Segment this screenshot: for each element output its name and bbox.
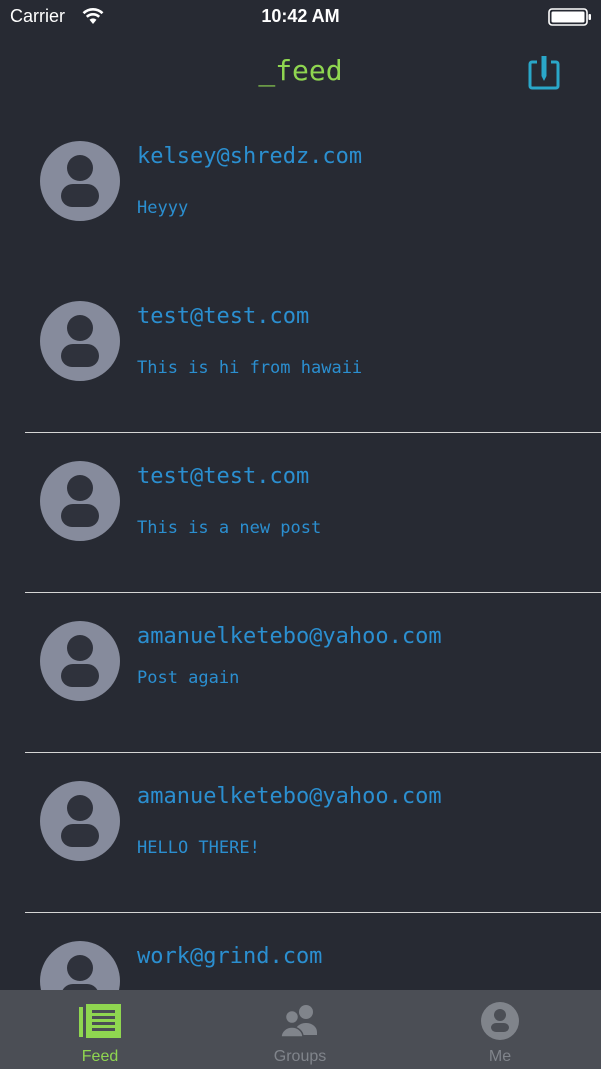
post-message: This is a new post <box>137 518 322 538</box>
tab-feed[interactable]: Feed <box>0 990 200 1069</box>
tab-me[interactable]: Me <box>400 990 600 1069</box>
feed-post[interactable]: amanuelketebo@yahoo.com Post again <box>0 592 601 752</box>
post-message: This is hi from hawaii <box>137 358 363 378</box>
feed-list[interactable]: kelsey@shredz.com Heyyy test@test.com Th… <box>0 112 601 990</box>
post-message: HELLO THERE! <box>137 838 260 858</box>
avatar-icon <box>40 141 120 221</box>
post-message: Heyyy <box>137 198 189 218</box>
feed-post[interactable]: kelsey@shredz.com Heyyy <box>0 112 601 272</box>
avatar-icon <box>40 301 120 381</box>
status-time: 10:42 AM <box>261 6 340 26</box>
person-icon <box>481 1002 519 1040</box>
post-author-email: kelsey@shredz.com <box>137 144 363 169</box>
row-divider <box>25 752 601 753</box>
avatar-icon <box>40 781 120 861</box>
tab-label: Feed <box>81 1048 119 1065</box>
feed-post[interactable]: amanuelketebo@yahoo.com HELLO THERE! <box>0 752 601 912</box>
tab-bar: Feed Groups Me <box>0 990 601 1069</box>
group-icon <box>280 1005 317 1038</box>
row-divider <box>25 912 601 913</box>
avatar-icon <box>40 621 120 701</box>
tab-groups[interactable]: Groups <box>200 990 400 1069</box>
post-author-email: amanuelketebo@yahoo.com <box>137 784 442 809</box>
post-author-email: test@test.com <box>137 304 310 329</box>
compose-button[interactable] <box>526 54 566 94</box>
compose-icon <box>528 56 560 90</box>
post-message: Post again <box>137 668 240 688</box>
feed-post[interactable]: test@test.com This is hi from hawaii <box>0 272 601 432</box>
page-title: _feed <box>258 54 343 87</box>
nav-bar: _feed <box>0 34 601 112</box>
avatar-icon <box>40 461 120 541</box>
feed-list-icon <box>79 1004 121 1038</box>
avatar-icon <box>40 941 120 990</box>
post-author-email: amanuelketebo@yahoo.com <box>137 624 442 649</box>
battery-full-icon <box>548 8 591 26</box>
status-bar: Carrier 10:42 AM <box>0 0 601 34</box>
tab-label: Me <box>488 1048 512 1065</box>
row-divider <box>25 592 601 593</box>
row-divider <box>25 432 601 433</box>
post-author-email: work@grind.com <box>137 944 323 969</box>
tab-label: Groups <box>273 1048 327 1065</box>
feed-post[interactable]: test@test.com This is a new post <box>0 432 601 592</box>
feed-post[interactable]: work@grind.com <box>0 912 601 990</box>
post-author-email: test@test.com <box>137 464 310 489</box>
